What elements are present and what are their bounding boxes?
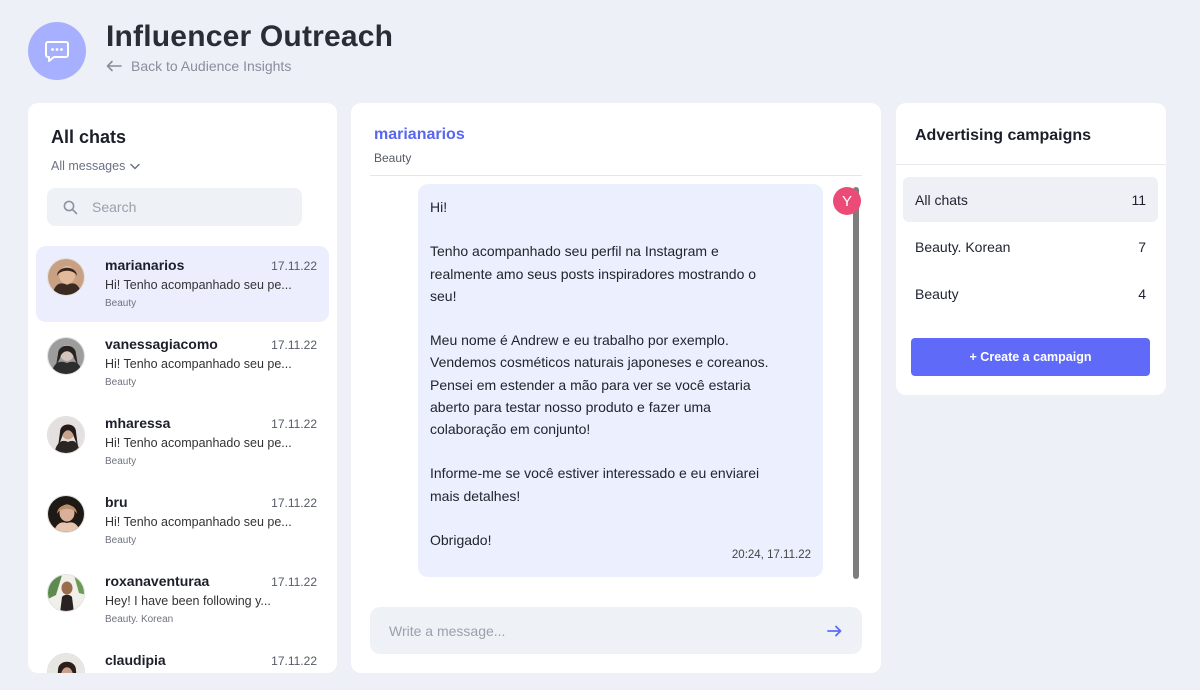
create-campaign-button[interactable]: + Create a campaign [911, 338, 1150, 376]
message-line: Tenho acompanhado seu perfil na Instagra… [430, 243, 719, 260]
chat-tag: Beauty [105, 535, 137, 546]
divider [370, 175, 862, 176]
message-filter-dropdown[interactable]: All messages [51, 159, 141, 173]
contact-name[interactable]: marianarios [374, 126, 465, 144]
message-scrollbar[interactable] [853, 187, 859, 579]
chat-date: 17.11.22 [271, 654, 317, 668]
chat-item-mharessa[interactable]: mharessa 17.11.22 Hi! Tenho acompanhado … [36, 404, 329, 480]
campaign-count: 11 [1131, 191, 1146, 208]
message-line: aberto para testar nosso produto e fazer… [430, 398, 711, 415]
chat-preview: Hi! Tenho acompanhado seu pe... [105, 357, 292, 371]
conversation-panel: marianarios Beauty Hi! Tenho acompanhado… [351, 103, 881, 673]
message-line: colaboração em conjunto! [430, 421, 591, 437]
chat-date: 17.11.22 [271, 496, 317, 510]
chat-preview: Hi! Tenho acompanhado seu pe... [105, 436, 292, 450]
chats-panel-title: All chats [51, 127, 127, 147]
chat-item-vanessagiacomo[interactable]: vanessagiacomo 17.11.22 Hi! Tenho acompa… [36, 325, 329, 401]
avatar [47, 653, 85, 673]
send-button[interactable] [827, 625, 842, 637]
campaign-item-beauty[interactable]: Beauty 4 [903, 271, 1158, 316]
chat-name: marianarios [105, 257, 185, 273]
search-input[interactable] [92, 199, 272, 215]
campaign-count: 4 [1138, 285, 1146, 302]
back-link[interactable]: Back to Audience Insights [106, 58, 291, 74]
sender-avatar-badge: Y [833, 187, 861, 215]
campaign-count: 7 [1138, 238, 1146, 255]
chat-name: roxanaventuraa [105, 573, 210, 589]
chat-item-roxanaventuraa[interactable]: roxanaventuraa 17.11.22 Hey! I have been… [36, 562, 329, 638]
chat-name: claudipia [105, 652, 166, 668]
chat-name: mharessa [105, 415, 171, 431]
chat-bubble-icon [45, 41, 69, 62]
chat-app-icon [28, 22, 86, 80]
message-filter-label: All messages [51, 159, 126, 173]
message-bubble: Hi! Tenho acompanhado seu perfil na Inst… [418, 184, 823, 577]
chat-item-marianarios[interactable]: marianarios 17.11.22 Hi! Tenho acompanha… [36, 246, 329, 322]
chevron-down-icon [130, 163, 141, 169]
page-title: Influencer Outreach [106, 20, 394, 53]
message-line: realmente amo seus posts inspiradores mo… [430, 265, 757, 282]
arrow-right-icon [827, 625, 842, 636]
chat-name: vanessagiacomo [105, 336, 218, 352]
campaigns-panel-title: Advertising campaigns [915, 127, 1092, 144]
chat-item-bru[interactable]: bru 17.11.22 Hi! Tenho acompanhado seu p… [36, 483, 329, 559]
chat-date: 17.11.22 [271, 417, 317, 431]
avatar [47, 495, 85, 533]
arrow-left-icon [106, 60, 122, 72]
chat-tag: Beauty [105, 298, 137, 309]
campaigns-panel: Advertising campaigns All chats 11 Beaut… [896, 103, 1166, 395]
message-line: Meu nome é Andrew e eu trabalho por exem… [430, 332, 729, 349]
chat-date: 17.11.22 [271, 338, 317, 352]
chat-preview: Hey! I have been following y... [105, 594, 271, 608]
avatar [47, 416, 85, 454]
message-input[interactable] [389, 622, 827, 639]
chats-panel: All chats All messages marianarios 17.11… [28, 103, 337, 673]
message-line: mais detalhes! [430, 487, 521, 504]
chat-list: marianarios 17.11.22 Hi! Tenho acompanha… [36, 246, 329, 673]
message-line: Pensei em estender a mão para ver se voc… [430, 376, 751, 393]
campaign-label: Beauty [915, 285, 959, 302]
campaign-item-all-chats[interactable]: All chats 11 [903, 177, 1158, 222]
message-line: seu! [430, 287, 457, 304]
chat-tag: Beauty. Korean [105, 614, 174, 625]
avatar [47, 258, 85, 296]
avatar [47, 337, 85, 375]
chat-tag: Beauty [105, 377, 137, 388]
divider [896, 164, 1166, 165]
message-line: Informe-me se você estiver interessado e… [430, 465, 760, 482]
contact-tag: Beauty [374, 151, 412, 165]
campaign-label: All chats [915, 191, 968, 208]
message-timestamp: 20:24, 17.11.22 [731, 548, 811, 561]
search-box [47, 188, 302, 226]
chat-preview: Hi! Tenho acompanhado seu pe... [105, 515, 292, 529]
chat-preview: Hi! Tenho acompanhado seu pe... [105, 278, 292, 292]
chat-tag: Beauty [105, 456, 137, 467]
back-link-label: Back to Audience Insights [131, 58, 292, 74]
chat-name: bru [105, 494, 128, 510]
campaign-list: All chats 11 Beauty. Korean 7 Beauty 4 [903, 177, 1158, 318]
campaign-item-beauty-korean[interactable]: Beauty. Korean 7 [903, 224, 1158, 269]
chat-date: 17.11.22 [271, 575, 317, 589]
campaign-label: Beauty. Korean [915, 238, 1011, 255]
search-icon [63, 200, 78, 214]
message-line: Vendemos cosméticos naturais japoneses e… [430, 354, 769, 371]
message-composer [370, 607, 862, 654]
avatar [47, 574, 85, 612]
chat-item-claudipia[interactable]: claudipia 17.11.22 [36, 641, 329, 673]
chat-date: 17.11.22 [271, 259, 317, 273]
message-line: Hi! [430, 199, 448, 215]
